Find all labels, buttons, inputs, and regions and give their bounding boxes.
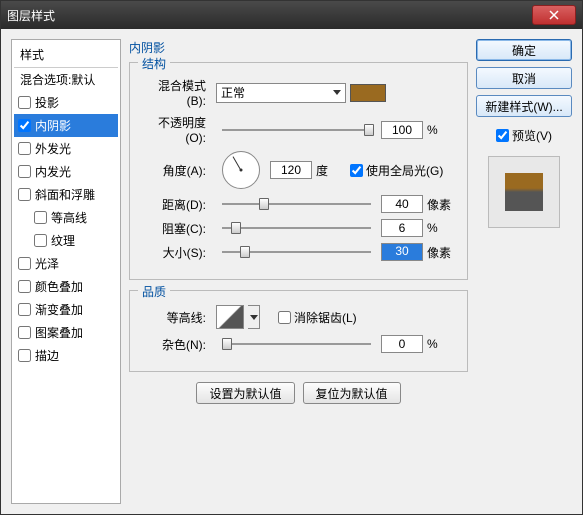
new-style-button[interactable]: 新建样式(W)... xyxy=(476,95,572,117)
style-item[interactable]: 描边 xyxy=(14,344,118,367)
distance-slider[interactable] xyxy=(222,203,371,205)
style-item[interactable]: 等高线 xyxy=(14,206,118,229)
close-button[interactable] xyxy=(532,5,576,25)
style-item-checkbox[interactable] xyxy=(18,257,31,270)
titlebar: 图层样式 xyxy=(1,1,582,29)
angle-label: 角度(A): xyxy=(140,162,212,179)
styles-list-panel: 样式 混合选项:默认 投影内阴影外发光内发光斜面和浮雕等高线纹理光泽颜色叠加渐变… xyxy=(11,39,121,504)
angle-dial[interactable] xyxy=(222,151,260,189)
preview-box xyxy=(488,156,560,228)
style-item-checkbox[interactable] xyxy=(18,303,31,316)
style-item-checkbox[interactable] xyxy=(18,326,31,339)
style-item[interactable]: 内发光 xyxy=(14,160,118,183)
style-item-checkbox[interactable] xyxy=(18,96,31,109)
effect-title: 内阴影 xyxy=(129,39,468,62)
style-item-checkbox[interactable] xyxy=(18,142,31,155)
reset-default-button[interactable]: 复位为默认值 xyxy=(303,382,401,404)
style-item-checkbox[interactable] xyxy=(34,234,47,247)
layer-style-dialog: 图层样式 样式 混合选项:默认 投影内阴影外发光内发光斜面和浮雕等高线纹理光泽颜… xyxy=(0,0,583,515)
noise-label: 杂色(N): xyxy=(140,336,212,353)
style-item[interactable]: 内阴影 xyxy=(14,114,118,137)
contour-picker[interactable] xyxy=(216,305,244,329)
style-item[interactable]: 渐变叠加 xyxy=(14,298,118,321)
structure-legend: 结构 xyxy=(138,55,170,72)
window-title: 图层样式 xyxy=(7,7,532,24)
styles-header: 样式 xyxy=(14,42,118,68)
opacity-input[interactable] xyxy=(381,121,423,139)
style-item-checkbox[interactable] xyxy=(34,211,47,224)
chevron-down-icon xyxy=(250,315,258,320)
contour-dropdown[interactable] xyxy=(248,305,260,329)
contour-label: 等高线: xyxy=(140,309,212,326)
settings-panel: 内阴影 结构 混合模式(B): 正常 不透明度(O): % xyxy=(129,39,468,504)
choke-label: 阻塞(C): xyxy=(140,220,212,237)
color-swatch[interactable] xyxy=(350,84,386,102)
preview-swatch xyxy=(505,173,543,211)
style-item-label: 等高线 xyxy=(51,209,87,226)
structure-fieldset: 结构 混合模式(B): 正常 不透明度(O): % 角度(A): xyxy=(129,62,468,280)
style-item-checkbox[interactable] xyxy=(18,349,31,362)
style-item[interactable]: 光泽 xyxy=(14,252,118,275)
size-input[interactable]: 30 xyxy=(381,243,423,261)
blend-mode-label: 混合模式(B): xyxy=(140,77,212,108)
noise-input[interactable] xyxy=(381,335,423,353)
style-item-checkbox[interactable] xyxy=(18,280,31,293)
style-item[interactable]: 图案叠加 xyxy=(14,321,118,344)
quality-fieldset: 品质 等高线: 消除锯齿(L) 杂色(N): % xyxy=(129,290,468,372)
distance-input[interactable] xyxy=(381,195,423,213)
opacity-slider[interactable] xyxy=(222,129,371,131)
ok-button[interactable]: 确定 xyxy=(476,39,572,61)
style-item-label: 渐变叠加 xyxy=(35,301,83,318)
blend-mode-combo[interactable]: 正常 xyxy=(216,83,346,103)
style-item-label: 颜色叠加 xyxy=(35,278,83,295)
close-icon xyxy=(549,10,559,20)
style-item[interactable]: 斜面和浮雕 xyxy=(14,183,118,206)
antialias-input[interactable] xyxy=(278,311,291,324)
style-item[interactable]: 纹理 xyxy=(14,229,118,252)
noise-unit: % xyxy=(427,337,457,351)
antialias-checkbox[interactable]: 消除锯齿(L) xyxy=(278,309,357,326)
chevron-down-icon xyxy=(333,90,341,95)
blend-mode-value: 正常 xyxy=(221,84,245,101)
global-light-input[interactable] xyxy=(350,164,363,177)
style-item-label: 内阴影 xyxy=(35,117,71,134)
angle-input[interactable] xyxy=(270,161,312,179)
style-item-label: 光泽 xyxy=(35,255,59,272)
choke-input[interactable] xyxy=(381,219,423,237)
noise-slider[interactable] xyxy=(222,343,371,345)
style-item-label: 投影 xyxy=(35,94,59,111)
size-label: 大小(S): xyxy=(140,244,212,261)
style-item[interactable]: 外发光 xyxy=(14,137,118,160)
distance-unit: 像素 xyxy=(427,196,457,213)
style-item-label: 斜面和浮雕 xyxy=(35,186,95,203)
global-light-checkbox[interactable]: 使用全局光(G) xyxy=(350,162,443,179)
style-item-label: 描边 xyxy=(35,347,59,364)
style-item-checkbox[interactable] xyxy=(18,188,31,201)
size-unit: 像素 xyxy=(427,244,457,261)
style-item-checkbox[interactable] xyxy=(18,165,31,178)
style-item-label: 纹理 xyxy=(51,232,75,249)
blend-options-default[interactable]: 混合选项:默认 xyxy=(14,68,118,91)
opacity-label: 不透明度(O): xyxy=(140,114,212,145)
style-item-label: 图案叠加 xyxy=(35,324,83,341)
cancel-button[interactable]: 取消 xyxy=(476,67,572,89)
style-item-checkbox[interactable] xyxy=(18,119,31,132)
quality-legend: 品质 xyxy=(138,283,170,300)
preview-checkbox[interactable]: 预览(V) xyxy=(476,127,572,144)
style-item[interactable]: 颜色叠加 xyxy=(14,275,118,298)
preview-input[interactable] xyxy=(496,129,509,142)
dialog-content: 样式 混合选项:默认 投影内阴影外发光内发光斜面和浮雕等高线纹理光泽颜色叠加渐变… xyxy=(1,29,582,514)
distance-label: 距离(D): xyxy=(140,196,212,213)
style-item-label: 内发光 xyxy=(35,163,71,180)
choke-unit: % xyxy=(427,221,457,235)
action-panel: 确定 取消 新建样式(W)... 预览(V) xyxy=(476,39,572,504)
choke-slider[interactable] xyxy=(222,227,371,229)
style-item-label: 外发光 xyxy=(35,140,71,157)
angle-unit: 度 xyxy=(316,162,346,179)
make-default-button[interactable]: 设置为默认值 xyxy=(196,382,294,404)
opacity-unit: % xyxy=(427,123,457,137)
style-item[interactable]: 投影 xyxy=(14,91,118,114)
size-slider[interactable] xyxy=(222,251,371,253)
